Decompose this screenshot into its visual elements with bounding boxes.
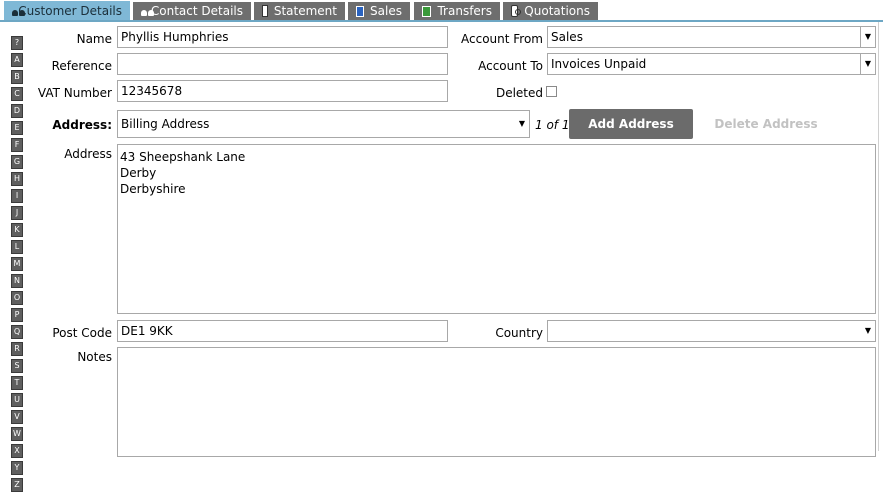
address-type-value: Billing Address [121, 117, 209, 131]
account-from-value: Sales [551, 30, 583, 44]
tab-label: Contact Details [151, 4, 243, 18]
alpha-index-b[interactable]: B [11, 70, 23, 84]
post-code-field[interactable]: DE1 9KK [117, 320, 448, 342]
transfers-icon [422, 6, 431, 17]
alpha-index-e[interactable]: E [11, 121, 23, 135]
post-code-label: Post Code [30, 326, 112, 340]
alpha-index-j[interactable]: J [11, 206, 23, 220]
alpha-index-d[interactable]: D [11, 104, 23, 118]
delete-address-button[interactable]: Delete Address [704, 109, 828, 139]
alpha-index-z[interactable]: Z [11, 478, 23, 492]
alpha-index-w[interactable]: W [11, 427, 23, 441]
account-from-label: Account From [440, 32, 543, 46]
add-address-button[interactable]: Add Address [569, 109, 693, 139]
vat-number-label: VAT Number [30, 86, 112, 100]
country-label: Country [440, 326, 543, 340]
sales-icon [356, 6, 364, 17]
alpha-index-o[interactable]: O [11, 291, 23, 305]
alpha-index-t[interactable]: T [11, 376, 23, 390]
dropdown-arrow-icon: ▼ [861, 321, 875, 341]
alpha-index-g[interactable]: G [11, 155, 23, 169]
alpha-index-f[interactable]: F [11, 138, 23, 152]
deleted-checkbox[interactable] [546, 86, 557, 97]
alpha-index-p[interactable]: P [11, 308, 23, 322]
tab-statement[interactable]: Statement [254, 2, 345, 20]
document-icon [262, 5, 268, 17]
deleted-label: Deleted [440, 86, 543, 100]
alpha-index-n[interactable]: N [11, 274, 23, 288]
reference-field[interactable] [117, 53, 448, 75]
name-field[interactable]: Phyllis Humphries [117, 26, 448, 48]
tab-label: Statement [274, 4, 337, 18]
tab-label: Customer Details [18, 4, 122, 18]
notes-label: Notes [30, 350, 112, 364]
account-from-select[interactable]: Sales ▼ [547, 26, 876, 48]
alpha-index-m[interactable]: M [11, 257, 23, 271]
alpha-index-l[interactable]: L [11, 240, 23, 254]
alpha-index-s[interactable]: S [11, 359, 23, 373]
alpha-index-a[interactable]: A [11, 53, 23, 67]
tab-customer-details[interactable]: Customer Details [4, 1, 130, 21]
scroll-edge [878, 22, 879, 451]
account-to-select[interactable]: Invoices Unpaid ▼ [547, 53, 876, 75]
alpha-index-all[interactable]: ? [11, 36, 23, 50]
alpha-index-u[interactable]: U [11, 393, 23, 407]
tab-label: Quotations [524, 4, 590, 18]
country-select[interactable]: ▼ [547, 320, 876, 342]
alpha-index-y[interactable]: Y [11, 461, 23, 475]
account-to-label: Account To [440, 59, 543, 73]
tab-contact-details[interactable]: Contact Details [133, 2, 251, 20]
notes-textarea[interactable] [117, 347, 876, 457]
tab-label: Transfers [437, 4, 492, 18]
address-textarea[interactable]: 43 Sheepshank Lane Derby Derbyshire [117, 144, 876, 314]
address-counter: 1 of 1 [535, 118, 569, 132]
address-select-label: Address: [30, 118, 112, 132]
dropdown-arrow-icon: ▼ [515, 111, 529, 137]
alpha-index-h[interactable]: H [11, 172, 23, 186]
alpha-index-c[interactable]: C [11, 87, 23, 101]
reference-label: Reference [30, 59, 112, 73]
tab-quotations[interactable]: Quotations [503, 2, 598, 20]
tab-transfers[interactable]: Transfers [414, 2, 500, 20]
dropdown-arrow-icon: ▼ [860, 27, 875, 47]
alpha-index-v[interactable]: V [11, 410, 23, 424]
address-type-select[interactable]: Billing Address ▼ [117, 110, 530, 138]
alpha-index-x[interactable]: X [11, 444, 23, 458]
tab-label: Sales [370, 4, 402, 18]
alpha-index-k[interactable]: K [11, 223, 23, 237]
dropdown-arrow-icon: ▼ [860, 54, 875, 74]
account-to-value: Invoices Unpaid [551, 57, 646, 71]
tab-sales[interactable]: Sales [348, 2, 410, 20]
tab-bar: Customer Details Contact Details Stateme… [0, 0, 883, 22]
alpha-index-r[interactable]: R [11, 342, 23, 356]
name-label: Name [30, 32, 112, 46]
people-icon [141, 6, 145, 16]
tab-underline [0, 20, 883, 22]
alpha-index-i[interactable]: I [11, 189, 23, 203]
address-label: Address [30, 147, 112, 161]
vat-number-field[interactable]: 12345678 [117, 80, 448, 102]
alphabet-index: ? ABCDEFGHIJKLMNOPQRSTUVWXYZ [11, 36, 23, 495]
alpha-index-q[interactable]: Q [11, 325, 23, 339]
quotations-icon [511, 5, 518, 17]
